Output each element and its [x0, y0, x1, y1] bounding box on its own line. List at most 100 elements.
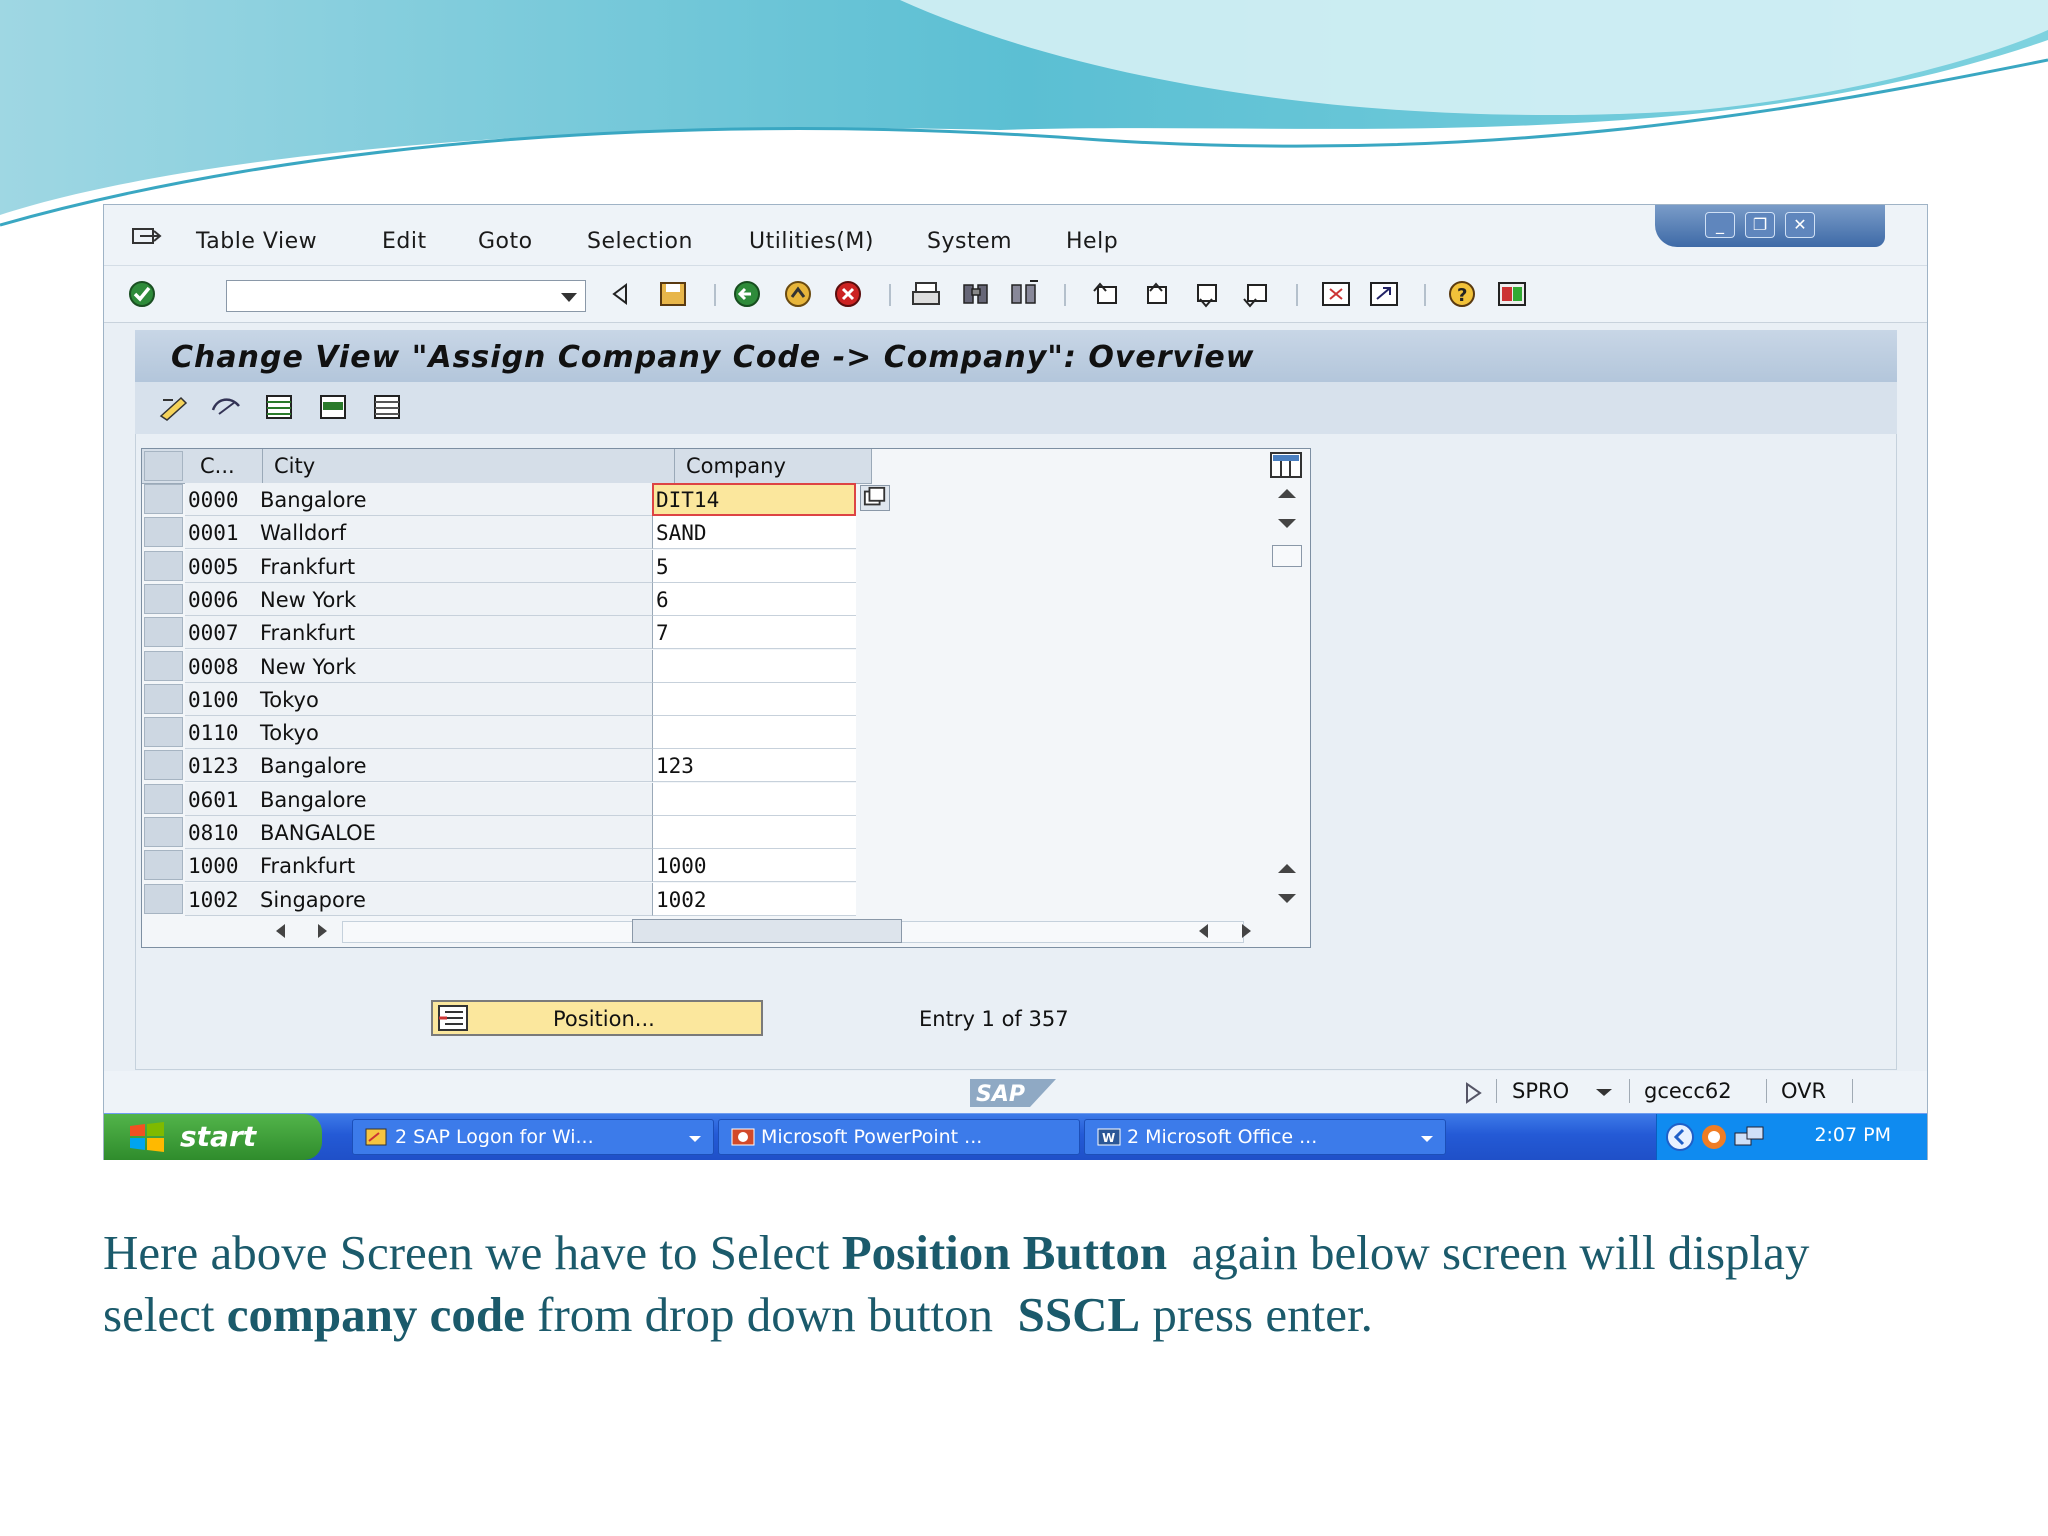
create-session-icon[interactable]	[1320, 279, 1352, 309]
table-row[interactable]: 1000 Frankfurt 1000	[142, 849, 872, 883]
row-select-button[interactable]	[144, 817, 183, 847]
company-input-cell[interactable]	[652, 782, 856, 816]
row-select-button[interactable]	[144, 617, 183, 648]
shortcut-icon[interactable]	[1368, 279, 1400, 309]
start-button[interactable]: start	[104, 1114, 322, 1160]
select-all-icon[interactable]	[263, 392, 297, 422]
row-select-button[interactable]	[144, 550, 183, 581]
table-row[interactable]: 0008 New York	[142, 649, 872, 683]
row-select-button[interactable]	[144, 583, 183, 614]
row-select-button[interactable]	[144, 484, 183, 514]
horizontal-scrollbar[interactable]	[142, 915, 1310, 947]
table-row[interactable]: 1002 Singapore 1002	[142, 882, 872, 916]
help-icon[interactable]: ?	[1446, 279, 1478, 309]
chevron-down-icon[interactable]	[689, 1136, 701, 1142]
row-select-button[interactable]	[144, 717, 183, 748]
table-row[interactable]: 0100 Tokyo	[142, 682, 872, 716]
restore-icon[interactable]: ❐	[1745, 212, 1775, 238]
table-row[interactable]: 0001 Walldorf SAND	[142, 516, 872, 550]
table-row[interactable]: 0123 Bangalore 123	[142, 749, 872, 783]
select-block-icon[interactable]	[317, 392, 351, 422]
taskbar-item-sap-logon[interactable]: 2 SAP Logon for Wi...	[352, 1119, 714, 1155]
menu-table-view[interactable]: Table View	[196, 229, 317, 254]
row-select-button[interactable]	[144, 750, 183, 781]
deselect-all-icon[interactable]	[371, 392, 405, 422]
chevron-down-icon[interactable]	[1421, 1136, 1433, 1142]
company-input-cell[interactable]: DIT14	[652, 483, 856, 516]
company-input-cell[interactable]	[652, 816, 856, 849]
print-icon[interactable]	[910, 279, 942, 309]
chevron-down-icon[interactable]	[1596, 1089, 1612, 1096]
customize-layout-icon[interactable]	[1496, 279, 1528, 309]
row-select-button[interactable]	[144, 883, 183, 914]
scroll-up-icon[interactable]	[1278, 489, 1296, 498]
cancel-icon[interactable]	[832, 279, 864, 309]
taskbar-item-office[interactable]: W 2 Microsoft Office ...	[1084, 1119, 1446, 1155]
menu-edit[interactable]: Edit	[382, 229, 427, 254]
table-row[interactable]: 0000 Bangalore DIT14	[142, 483, 890, 516]
scroll-thumb[interactable]	[632, 919, 902, 943]
minimize-icon[interactable]: _	[1705, 212, 1735, 238]
scroll-right-icon[interactable]	[1242, 924, 1251, 938]
table-row[interactable]: 0006 New York 6	[142, 582, 872, 616]
value-help-icon[interactable]	[860, 485, 890, 511]
tray-app-icon[interactable]	[1699, 1123, 1729, 1151]
command-field[interactable]	[226, 280, 586, 312]
last-page-icon[interactable]	[1240, 279, 1272, 309]
system-menu-icon[interactable]	[132, 227, 162, 247]
row-select-button[interactable]	[144, 850, 183, 881]
table-row[interactable]: 0007 Frankfurt 7	[142, 616, 872, 650]
save-icon[interactable]	[657, 279, 689, 309]
menu-selection[interactable]: Selection	[587, 229, 693, 254]
table-row[interactable]: 0110 Tokyo	[142, 716, 872, 750]
row-select-button[interactable]	[144, 517, 183, 548]
company-input-cell[interactable]	[652, 682, 856, 716]
row-select-button[interactable]	[144, 783, 183, 814]
chevron-down-icon[interactable]	[561, 293, 577, 302]
close-icon[interactable]: ✕	[1785, 212, 1815, 238]
menu-system[interactable]: System	[927, 229, 1012, 254]
find-icon[interactable]	[960, 279, 992, 309]
position-button[interactable]: Position...	[431, 1000, 763, 1036]
company-input-cell[interactable]: 123	[652, 749, 856, 783]
row-select-button[interactable]	[144, 683, 183, 714]
company-input-cell[interactable]	[652, 716, 856, 750]
company-input-cell[interactable]: 1002	[652, 882, 856, 916]
column-header-city[interactable]: City	[274, 454, 315, 478]
select-all-rows-button[interactable]	[144, 451, 183, 481]
back-icon[interactable]	[731, 279, 763, 309]
undo-change-icon[interactable]	[209, 392, 243, 422]
table-row[interactable]: 0601 Bangalore	[142, 782, 872, 816]
company-input-cell[interactable]	[652, 649, 856, 683]
company-input-cell[interactable]: 5	[652, 549, 856, 583]
scroll-up-icon[interactable]	[1278, 864, 1296, 873]
menu-utilities[interactable]: Utilities(M)	[749, 229, 874, 254]
tray-collapse-icon[interactable]	[1665, 1122, 1695, 1152]
row-select-button[interactable]	[144, 650, 183, 681]
scroll-thumb[interactable]	[1272, 545, 1302, 567]
network-icon[interactable]	[1733, 1123, 1765, 1151]
column-header-code[interactable]: C...	[200, 454, 235, 478]
table-row[interactable]: 0005 Frankfurt 5	[142, 549, 872, 583]
enter-checkmark-icon[interactable]	[126, 279, 158, 309]
scroll-down-icon[interactable]	[1278, 894, 1296, 903]
company-input-cell[interactable]: SAND	[652, 516, 856, 550]
vertical-scrollbar[interactable]	[1268, 449, 1306, 909]
find-next-icon[interactable]	[1008, 279, 1040, 309]
company-input-cell[interactable]: 7	[652, 616, 856, 650]
taskbar-item-powerpoint[interactable]: Microsoft PowerPoint ...	[718, 1119, 1080, 1155]
first-page-icon[interactable]	[1090, 279, 1122, 309]
status-mode[interactable]: OVR	[1781, 1079, 1826, 1103]
scroll-left-icon[interactable]	[1199, 924, 1208, 938]
menu-goto[interactable]: Goto	[478, 229, 533, 254]
collapse-arrow-icon[interactable]	[604, 279, 636, 309]
column-header-company[interactable]: Company	[686, 454, 786, 478]
table-row[interactable]: 0810 BANGALOE	[142, 816, 872, 849]
display-change-icon[interactable]	[157, 392, 191, 422]
company-input-cell[interactable]: 6	[652, 582, 856, 616]
scroll-left-icon[interactable]	[276, 924, 285, 938]
scroll-right-icon[interactable]	[318, 924, 327, 938]
previous-page-icon[interactable]	[1140, 279, 1172, 309]
menu-help[interactable]: Help	[1066, 229, 1118, 254]
next-page-icon[interactable]	[1190, 279, 1222, 309]
